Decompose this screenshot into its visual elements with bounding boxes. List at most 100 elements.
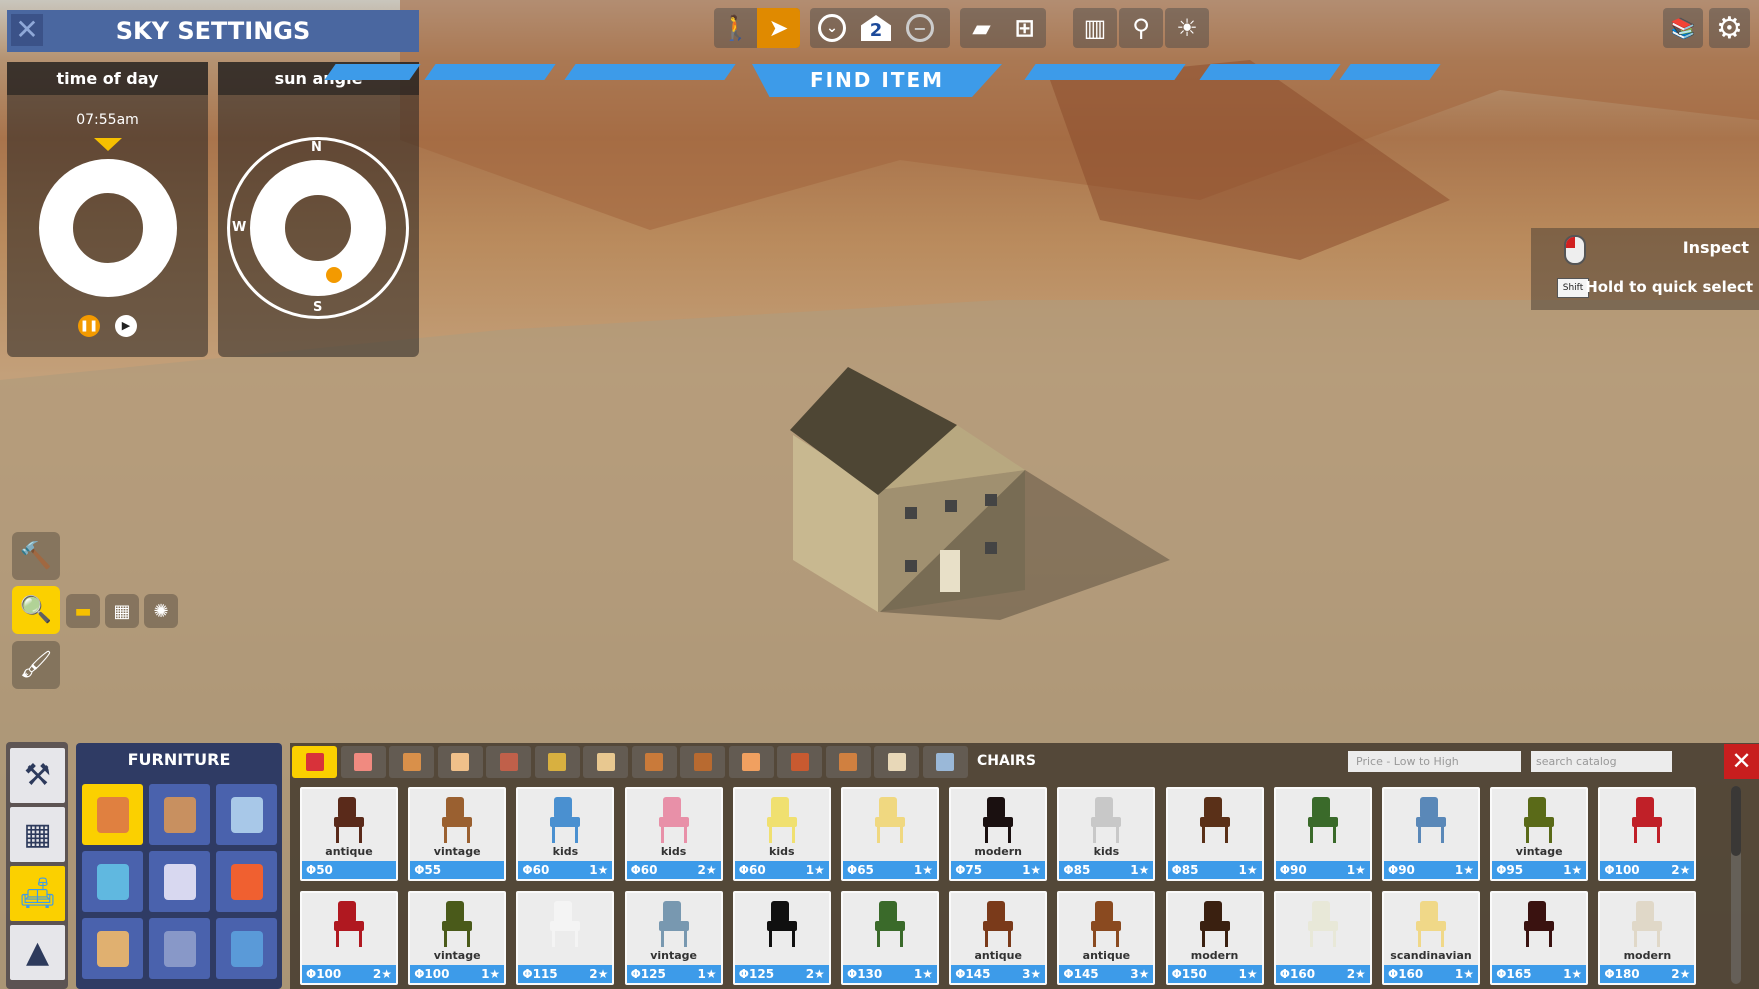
- catalog-item[interactable]: vintage Φ125 1★: [624, 891, 723, 985]
- item-price: 65: [857, 863, 874, 877]
- catalog-item[interactable]: modern Φ180 2★: [1598, 891, 1697, 985]
- close-catalog-button[interactable]: ✕: [1724, 744, 1759, 779]
- sun-angle-panel: sun angle N E S W: [218, 62, 419, 357]
- catalog-item[interactable]: vintage Φ55: [408, 787, 507, 881]
- catalog-tab-wardrobes[interactable]: [680, 746, 725, 778]
- item-rating: 1★: [1563, 967, 1583, 981]
- materials-filter[interactable]: ✺: [144, 594, 178, 628]
- catalog-item[interactable]: antique Φ50: [300, 787, 398, 881]
- catalog-tab-trash-bins[interactable]: [922, 746, 968, 778]
- catalog-tab-tables[interactable]: [389, 746, 434, 778]
- catalog-tab-desks[interactable]: [486, 746, 531, 778]
- sun-icon[interactable]: ☀: [1165, 8, 1209, 48]
- search-input[interactable]: search catalog: [1531, 751, 1672, 772]
- scrollbar-thumb[interactable]: [1731, 786, 1741, 856]
- time-dial[interactable]: [39, 159, 177, 297]
- walls-filter[interactable]: ▦: [105, 594, 139, 628]
- item-price-bar: Φ115 2★: [518, 965, 613, 983]
- furniture-subcategory-stairs[interactable]: [82, 918, 143, 979]
- catalog-item[interactable]: Φ65 1★: [841, 787, 939, 881]
- catalog-item[interactable]: kids Φ60 2★: [624, 787, 723, 881]
- catalog-item[interactable]: Φ90 1★: [1273, 787, 1372, 881]
- catalog-item[interactable]: Φ125 2★: [732, 891, 831, 985]
- furniture-subcategory-lamp[interactable]: [216, 851, 277, 912]
- sort-dropdown[interactable]: Price - Low to High: [1348, 751, 1521, 772]
- pause-button[interactable]: ❚❚: [78, 315, 100, 337]
- catalog-item[interactable]: modern Φ75 1★: [949, 787, 1048, 881]
- item-price: 160: [1398, 967, 1424, 981]
- catalog-item[interactable]: vintage Φ100 1★: [408, 891, 507, 985]
- catalog-tab-dressers[interactable]: [631, 746, 677, 778]
- cabinets-icon: [742, 753, 760, 771]
- fly-icon[interactable]: ➤: [757, 8, 800, 48]
- furniture-subcategory-shower[interactable]: [82, 851, 143, 912]
- item-style: kids: [552, 845, 579, 858]
- paint-tool[interactable]: 🖌: [12, 641, 60, 689]
- floorplan-icon[interactable]: ⊞: [1003, 8, 1046, 48]
- catalog-item[interactable]: Φ100 2★: [1598, 787, 1697, 881]
- floor-icon[interactable]: ▰: [960, 8, 1003, 48]
- item-style: modern: [1190, 949, 1239, 962]
- item-thumbnail: [766, 901, 797, 947]
- furniture-subcategory-armchair[interactable]: [82, 784, 143, 845]
- catalog-item[interactable]: kids Φ85 1★: [1057, 787, 1156, 881]
- hammer-tool[interactable]: 🔨: [12, 532, 60, 580]
- furniture-subcategory-painting[interactable]: [149, 784, 210, 845]
- time-readout: 07:55am: [76, 112, 139, 128]
- catalog-tab-shelves[interactable]: [825, 746, 871, 778]
- tree-icon: ▲: [25, 935, 50, 970]
- walls-category[interactable]: ▦: [10, 807, 65, 862]
- catalog-item[interactable]: Φ100 2★: [300, 891, 398, 985]
- furniture-subcategory-washing-machine[interactable]: [149, 851, 210, 912]
- catalog-item[interactable]: Φ115 2★: [516, 891, 615, 985]
- item-price-bar: Φ50: [302, 861, 396, 879]
- furniture-subcategory-railing[interactable]: [149, 918, 210, 979]
- item-style: vintage: [433, 845, 481, 858]
- catalog-tab-end-tables[interactable]: [437, 746, 483, 778]
- catalog-item[interactable]: antique Φ145 3★: [949, 891, 1048, 985]
- hammer-icon: ⚒: [24, 758, 51, 793]
- catalog-tab-chairs[interactable]: [292, 746, 337, 778]
- catalog-tab-cabinets[interactable]: [728, 746, 774, 778]
- item-thumbnail: [766, 797, 797, 843]
- books-icon[interactable]: 📚: [1663, 8, 1703, 48]
- catalog-tab-cribs[interactable]: [583, 746, 628, 778]
- furniture-category[interactable]: 🛋: [10, 866, 65, 921]
- search-tool[interactable]: 🔍: [12, 586, 60, 634]
- catalog-item[interactable]: Φ165 1★: [1490, 891, 1589, 985]
- catalog-tab-sofas[interactable]: [340, 746, 386, 778]
- landscape-category[interactable]: ▲: [10, 925, 65, 980]
- catalog-tab-beds[interactable]: [534, 746, 580, 778]
- furniture-subcategory-tv[interactable]: [216, 918, 277, 979]
- catalog-item[interactable]: scandinavian Φ160 1★: [1382, 891, 1480, 985]
- catalog-item[interactable]: kids Φ60 1★: [732, 787, 831, 881]
- lot-icon[interactable]: ⚲: [1119, 8, 1163, 48]
- catalog-item[interactable]: Φ90 1★: [1382, 787, 1480, 881]
- level-up-icon[interactable]: −: [898, 8, 942, 48]
- item-price-bar: Φ95 1★: [1492, 861, 1587, 879]
- catalog-item[interactable]: Φ130 1★: [841, 891, 939, 985]
- item-style: scandinavian: [1390, 949, 1472, 962]
- level-down-icon[interactable]: ⌄: [810, 8, 854, 48]
- catalog-scrollbar[interactable]: [1731, 786, 1741, 984]
- walk-icon[interactable]: 🚶: [714, 8, 757, 48]
- catalog-item[interactable]: antique Φ145 3★: [1057, 891, 1156, 985]
- catalog-item[interactable]: Φ160 2★: [1273, 891, 1372, 985]
- play-button[interactable]: ▶: [115, 315, 137, 337]
- catalog-item[interactable]: vintage Φ95 1★: [1490, 787, 1589, 881]
- category-title: CHAIRS: [977, 753, 1036, 769]
- catalog-item[interactable]: modern Φ150 1★: [1165, 891, 1264, 985]
- build-category[interactable]: ⚒: [10, 748, 65, 803]
- blueprint-icon[interactable]: ▥: [1073, 8, 1117, 48]
- furniture-subcategory-fridge[interactable]: [216, 784, 277, 845]
- sun-handle[interactable]: [326, 267, 342, 283]
- catalog-item[interactable]: Φ85 1★: [1165, 787, 1264, 881]
- furniture-filter[interactable]: ▬: [66, 594, 100, 628]
- item-style: antique: [1082, 949, 1131, 962]
- item-rating: 2★: [589, 967, 609, 981]
- catalog-tab-bookshelves[interactable]: [777, 746, 822, 778]
- sun-angle-dial[interactable]: [250, 160, 386, 296]
- catalog-item[interactable]: kids Φ60 1★: [516, 787, 615, 881]
- gear-icon[interactable]: ⚙: [1709, 8, 1750, 48]
- catalog-tab-fireplaces[interactable]: [874, 746, 919, 778]
